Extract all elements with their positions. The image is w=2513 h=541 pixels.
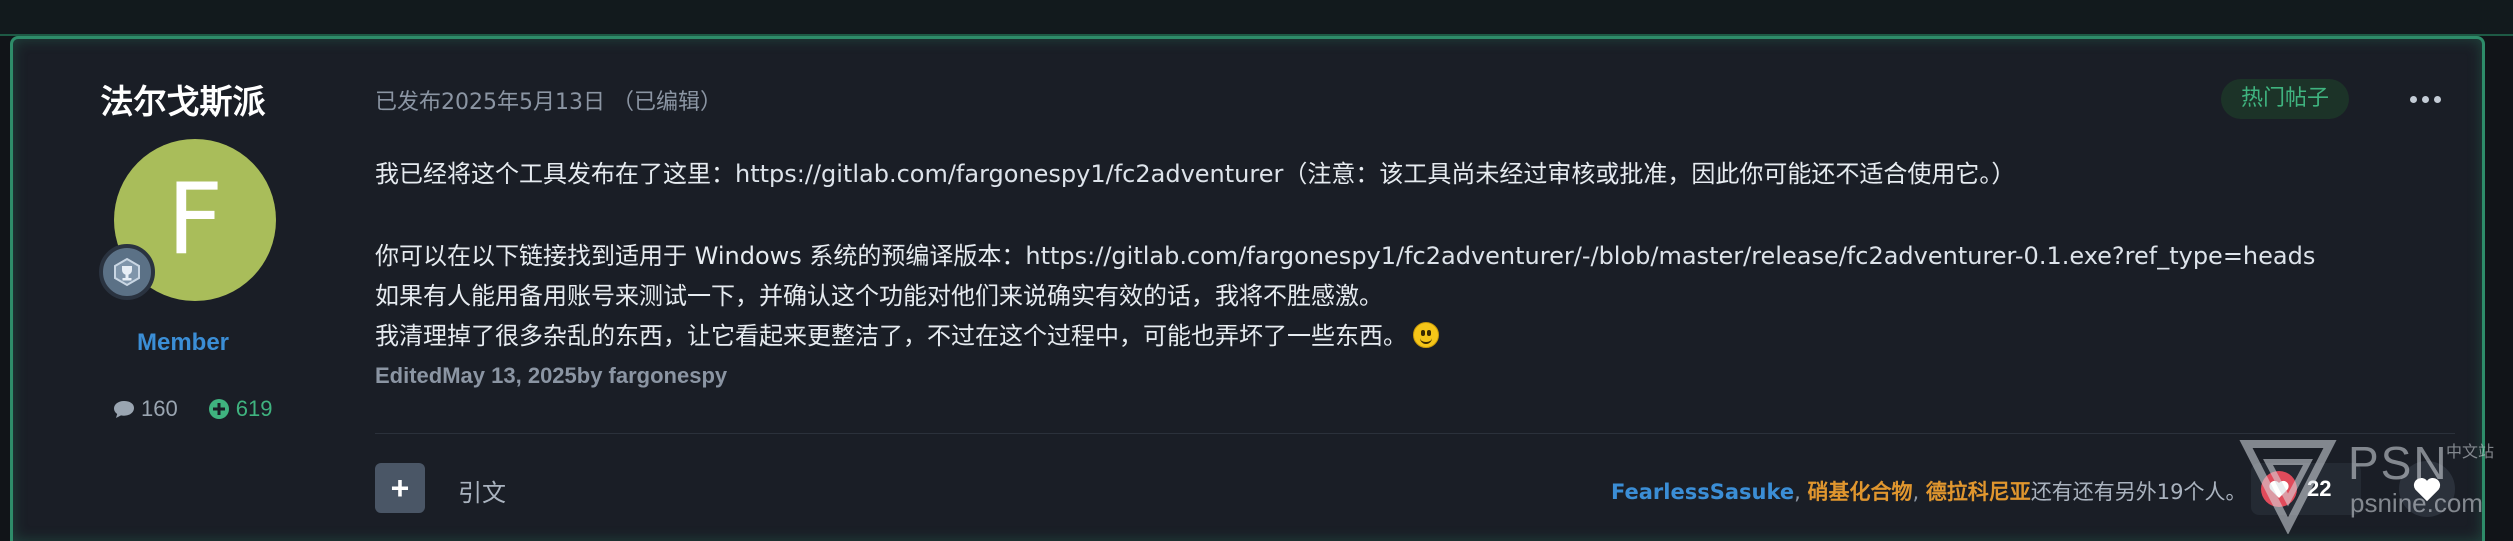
react-button[interactable] xyxy=(2399,461,2455,517)
hot-post-badge: 热门帖子 xyxy=(2221,79,2350,119)
author-name[interactable]: 法尔戈斯派 xyxy=(13,75,353,123)
multiquote-add-button[interactable]: + xyxy=(375,463,425,513)
post-date[interactable]: 已发布2025年5月13日 （已编辑） xyxy=(375,84,722,116)
heart-outline-icon xyxy=(2413,477,2441,502)
likers-more-link[interactable]: 还有还有另外19个人。 xyxy=(2031,480,2247,504)
ellipsis-icon[interactable] xyxy=(2405,85,2445,113)
post-content: 我已经将这个工具发布在了这里：https://gitlab.com/fargon… xyxy=(375,154,2455,396)
forum-post: 法尔戈斯派 F Member 160 619 已发布2025年5月13日 （已编… xyxy=(10,36,2485,541)
trophy-badge-icon xyxy=(99,244,155,300)
content-line-1: 我已经将这个工具发布在了这里：https://gitlab.com/fargon… xyxy=(375,154,2455,194)
member-role: Member xyxy=(136,329,230,356)
avatar-letter: F xyxy=(166,163,224,277)
post-count-value: 160 xyxy=(141,396,178,421)
heart-icon xyxy=(2261,471,2297,507)
content-line-4: 我清理掉了很多杂乱的东西，让它看起来更整洁了，不过在这个过程中，可能也弄坏了一些… xyxy=(375,316,2455,356)
author-stats: 160 619 xyxy=(113,396,272,422)
comment-icon xyxy=(114,401,134,418)
edited-note: EditedMay 13, 2025by fargonespy xyxy=(375,363,728,388)
liker-link[interactable]: FearlessSasuke xyxy=(1611,480,1794,504)
content-text: 我清理掉了很多杂乱的东西，让它看起来更整洁了，不过在这个过程中，可能也弄坏了一些… xyxy=(375,322,1407,350)
reaction-count: 22 xyxy=(2307,476,2332,501)
content-text: 你可以在以下链接找到适用于 Windows 系统的预编译版本： xyxy=(375,242,1026,270)
liker-link[interactable]: 硝基化合物 xyxy=(1807,480,1912,504)
reputation-value: 619 xyxy=(235,396,273,421)
reaction-summary[interactable]: 22 xyxy=(2251,463,2361,515)
plus-icon: + xyxy=(390,469,410,506)
post-count: 160 xyxy=(113,396,178,422)
divider xyxy=(375,433,2455,434)
content-line-2: 你可以在以下链接找到适用于 Windows 系统的预编译版本：https://g… xyxy=(375,236,2455,276)
gitlab-repo-link[interactable]: https://gitlab.com/fargonespy1/fc2advent… xyxy=(735,160,1283,188)
liker-link[interactable]: 德拉科尼亚 xyxy=(1926,480,2031,504)
quote-button[interactable]: 引文 xyxy=(458,473,506,508)
reaction-likers: FearlessSasuke, 硝基化合物, 德拉科尼亚还有还有另外19个人。 xyxy=(1611,480,2247,504)
plus-circle-icon xyxy=(208,399,229,419)
reputation: 619 xyxy=(208,396,273,422)
release-download-link[interactable]: https://gitlab.com/fargonespy1/fc2advent… xyxy=(1025,242,2315,270)
previous-post-edge xyxy=(0,0,2513,36)
content-line-3: 如果有人能用备用账号来测试一下，并确认这个功能对他们来说确实有效的话，我将不胜感… xyxy=(375,282,1383,310)
content-text: （注意：该工具尚未经过审核或批准，因此你可能还不适合使用它。） xyxy=(1283,160,2016,188)
content-text: 我已经将这个工具发布在了这里： xyxy=(375,160,735,188)
smiley-icon xyxy=(1413,322,1439,348)
author-panel: 法尔戈斯派 F Member 160 619 xyxy=(13,39,353,541)
